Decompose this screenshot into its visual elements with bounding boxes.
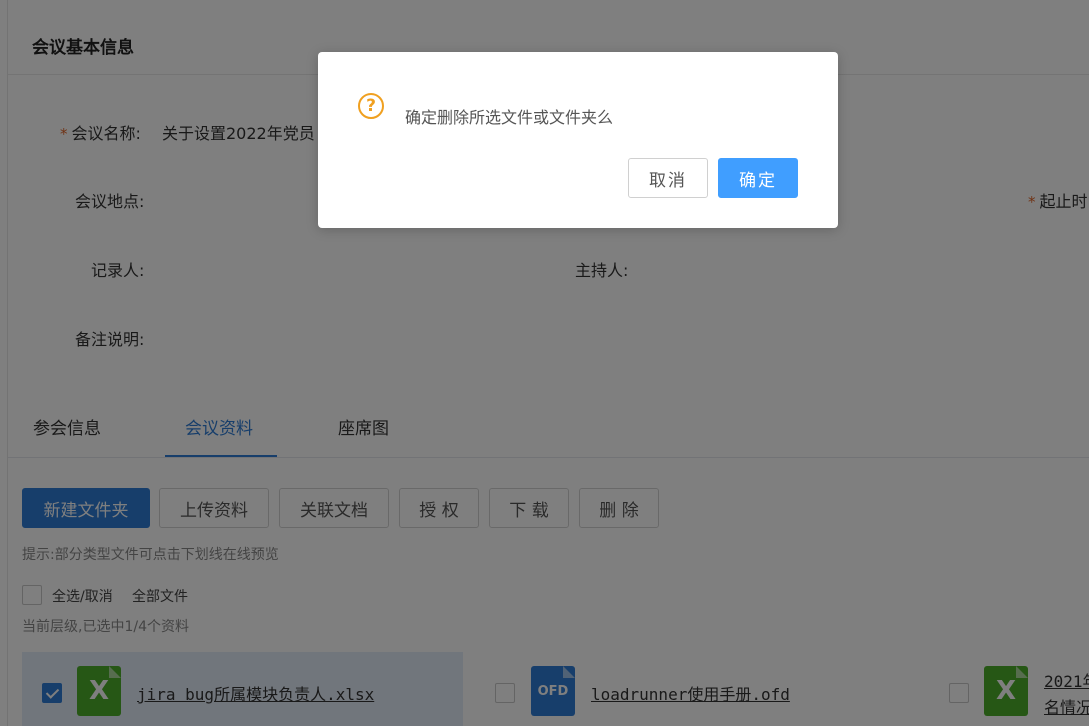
question-circle-icon: ? xyxy=(358,93,384,119)
cancel-button[interactable]: 取消 xyxy=(628,158,708,198)
confirm-button[interactable]: 确定 xyxy=(718,158,798,198)
confirm-dialog: ? 确定删除所选文件或文件夹么 取消 确定 xyxy=(318,52,838,228)
dialog-message: 确定删除所选文件或文件夹么 xyxy=(405,108,614,127)
